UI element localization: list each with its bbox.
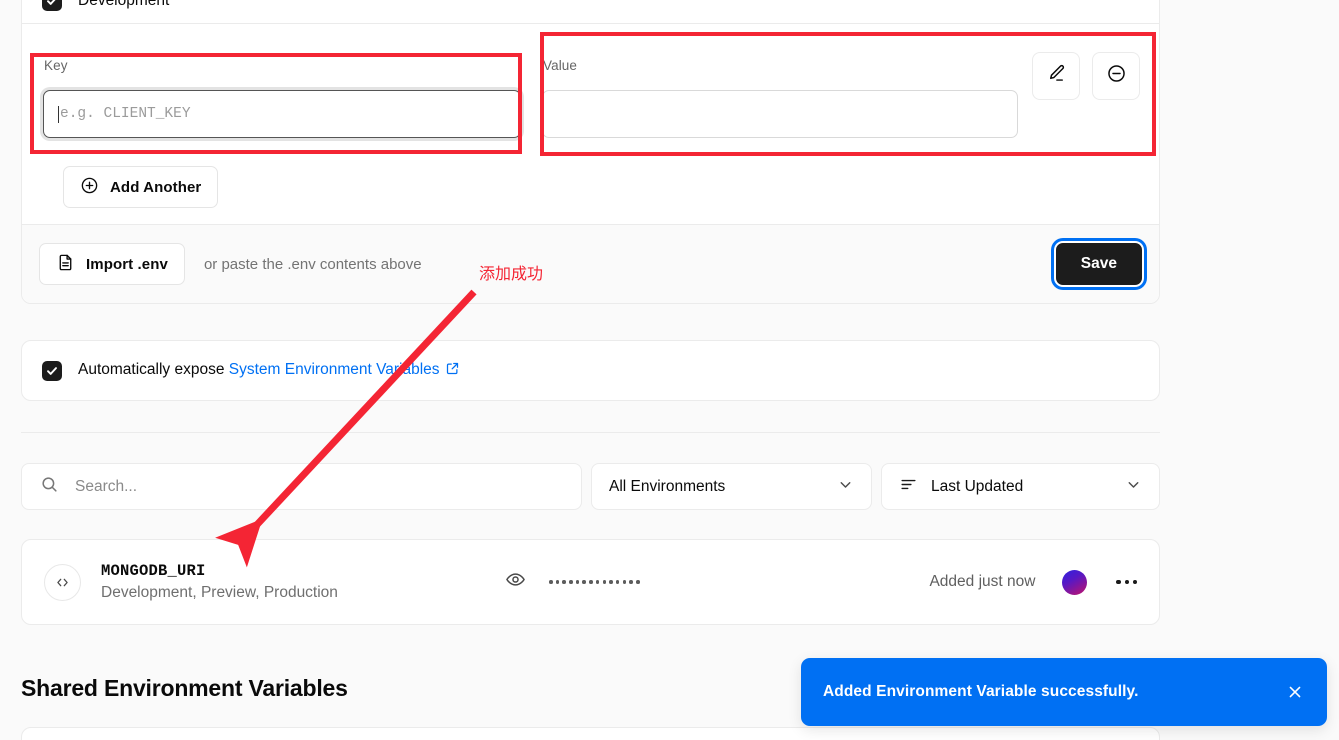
development-checkbox[interactable] bbox=[42, 0, 62, 11]
status-badge: Added Environment Variable successfully. bbox=[801, 658, 1327, 726]
add-card-footer: Import .env or paste the .env contents a… bbox=[22, 224, 1159, 303]
system-environment-variables-card: Automatically expose System Environment … bbox=[21, 340, 1160, 401]
table-row[interactable]: MONGODB_URI Development, Preview, Produc… bbox=[21, 539, 1160, 625]
remove-variable-button[interactable] bbox=[1092, 52, 1140, 100]
text-caret bbox=[58, 105, 59, 123]
import-env-button[interactable]: Import .env bbox=[39, 243, 185, 285]
pencil-icon bbox=[1046, 63, 1067, 89]
import-hint-text: or paste the .env contents above bbox=[203, 255, 422, 273]
plus-circle-icon bbox=[80, 176, 99, 199]
key-value-section: Key e.g. CLIENT_KEY Value Add Another bbox=[22, 23, 1159, 208]
page-root: Development Key e.g. CLIENT_KEY Value Ad… bbox=[0, 0, 1339, 740]
eye-icon[interactable] bbox=[505, 569, 526, 595]
system-environment-variables-link[interactable]: System Environment Variables bbox=[229, 361, 440, 378]
key-input[interactable]: e.g. CLIENT_KEY bbox=[43, 90, 521, 138]
page-title: Shared Environment Variables bbox=[21, 675, 348, 701]
avatar bbox=[1062, 569, 1088, 595]
add-another-label: Add Another bbox=[110, 178, 202, 196]
expose-system-env-text: Automatically expose System Environment … bbox=[78, 361, 460, 381]
code-brackets-icon bbox=[44, 563, 81, 601]
key-label: Key bbox=[44, 58, 68, 73]
sort-filter-select[interactable]: Last Updated bbox=[881, 463, 1160, 510]
shared-environment-variables-card bbox=[21, 727, 1160, 740]
key-input-placeholder: e.g. CLIENT_KEY bbox=[60, 106, 191, 122]
masked-value bbox=[549, 580, 640, 584]
save-button[interactable]: Save bbox=[1055, 243, 1142, 285]
search-input[interactable]: Search... bbox=[21, 463, 582, 510]
value-input[interactable] bbox=[542, 90, 1018, 138]
expose-prefix: Automatically expose bbox=[78, 360, 229, 378]
search-placeholder: Search... bbox=[75, 477, 138, 495]
import-env-label: Import .env bbox=[86, 255, 168, 273]
variable-row-right: Added just now bbox=[929, 569, 1137, 595]
edit-value-button[interactable] bbox=[1032, 52, 1080, 100]
add-environment-variable-card: Development Key e.g. CLIENT_KEY Value Ad… bbox=[21, 0, 1160, 304]
chevron-down-icon bbox=[837, 476, 854, 498]
environment-filter-select[interactable]: All Environments bbox=[591, 463, 872, 510]
variable-added-time: Added just now bbox=[929, 573, 1036, 590]
file-icon bbox=[56, 253, 75, 276]
variable-name: MONGODB_URI bbox=[101, 562, 206, 580]
expose-system-env-checkbox[interactable] bbox=[42, 360, 62, 381]
development-checkbox-label: Development bbox=[78, 0, 170, 9]
row-menu-button[interactable] bbox=[1116, 579, 1137, 585]
minus-circle-icon bbox=[1106, 63, 1127, 89]
variable-meta: MONGODB_URI Development, Preview, Produc… bbox=[101, 562, 338, 602]
toast-message: Added Environment Variable successfully. bbox=[823, 683, 1139, 700]
section-divider bbox=[21, 432, 1160, 433]
variable-value-cell bbox=[505, 569, 640, 595]
add-another-button[interactable]: Add Another bbox=[63, 166, 219, 208]
environment-filter-value: All Environments bbox=[609, 477, 726, 495]
value-label: Value bbox=[543, 58, 578, 73]
search-icon bbox=[40, 475, 59, 499]
save-label: Save bbox=[1080, 255, 1117, 272]
annotation-note: 添加成功 bbox=[479, 264, 544, 283]
variable-environments: Development, Preview, Production bbox=[101, 584, 338, 601]
external-link-icon bbox=[445, 361, 460, 381]
sort-icon bbox=[899, 475, 918, 499]
chevron-down-icon bbox=[1125, 476, 1142, 498]
environment-checkbox-row[interactable]: Development bbox=[22, 0, 1159, 23]
system-env-link-label: System Environment Variables bbox=[228, 360, 440, 378]
close-icon[interactable] bbox=[1285, 682, 1305, 702]
sort-filter-value: Last Updated bbox=[931, 477, 1024, 495]
